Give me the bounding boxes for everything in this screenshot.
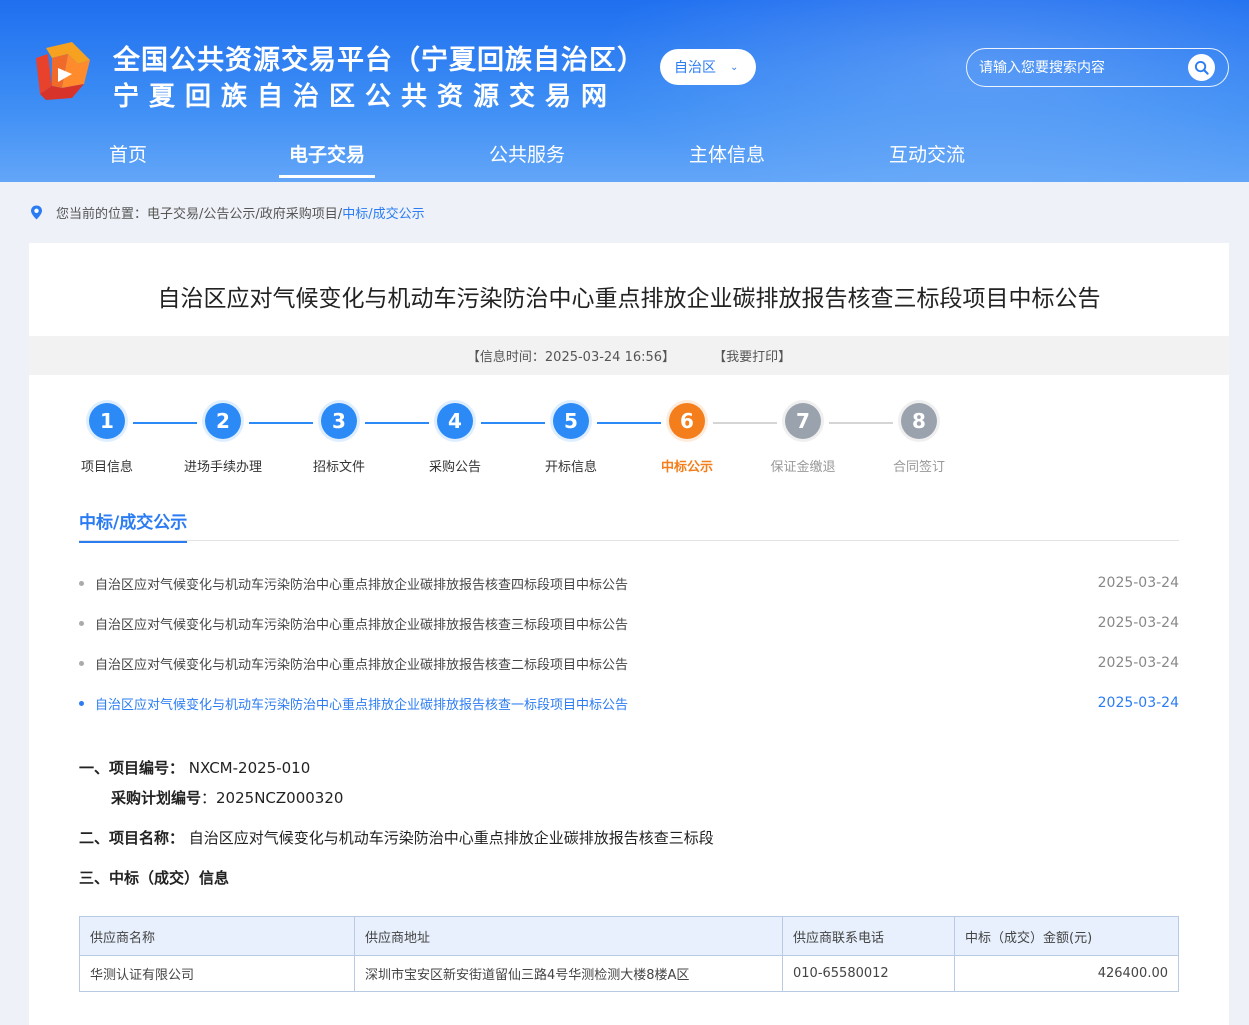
step-2-label[interactable]: 进场手续办理 — [168, 456, 278, 475]
cell-supplier-name: 华测认证有限公司 — [79, 955, 355, 992]
cell-supplier-address: 深圳市宝安区新安街道留仙三路4号华测检测大楼8楼A区 — [354, 955, 783, 992]
col-supplier-name: 供应商名称 — [79, 916, 355, 956]
section-divider — [79, 540, 1179, 541]
search-box — [966, 48, 1229, 87]
notice-date: 2025-03-24 — [1097, 615, 1179, 631]
main-nav: 首页 电子交易 公共服务 主体信息 互动交流 — [0, 130, 1249, 182]
notice-list: 自治区应对气候变化与机动车污染防治中心重点排放企业碳排放报告核查四标段项目中标公… — [79, 563, 1179, 723]
platform-title: 全国公共资源交易平台（宁夏回族自治区） — [113, 45, 645, 76]
location-pin-icon — [31, 205, 42, 220]
step-3-circle[interactable]: 3 — [321, 403, 357, 439]
step-connector — [713, 422, 777, 424]
breadcrumb-item-e-trading[interactable]: 电子交易/ — [147, 203, 203, 222]
bullet-dot — [79, 700, 84, 706]
award-info-heading: 三、中标（成交）信息 — [79, 867, 229, 888]
step-connector — [249, 422, 313, 424]
notice-title: 自治区应对气候变化与机动车污染防治中心重点排放企业碳排放报告核查三标段项目中标公… — [95, 617, 629, 633]
chevron-down-icon: ⌄ — [730, 61, 739, 73]
article-card: 自治区应对气候变化与机动车污染防治中心重点排放企业碳排放报告核查三标段项目中标公… — [29, 243, 1229, 1025]
table-header-row: 供应商名称 供应商地址 供应商联系电话 中标（成交）金额(元) — [79, 916, 1179, 956]
list-item[interactable]: 自治区应对气候变化与机动车污染防治中心重点排放企业碳排放报告核查一标段项目中标公… — [79, 683, 1179, 723]
step-5-circle[interactable]: 5 — [553, 403, 589, 439]
cell-supplier-phone: 010-65580012 — [782, 955, 955, 992]
notice-title: 自治区应对气候变化与机动车污染防治中心重点排放企业碳排放报告核查四标段项目中标公… — [95, 577, 629, 593]
step-connector — [829, 422, 893, 424]
step-8-label[interactable]: 合同签订 — [864, 456, 974, 475]
step-7-label[interactable]: 保证金缴退 — [748, 456, 858, 475]
nav-interaction[interactable]: 互动交流 — [889, 140, 965, 178]
step-7-circle[interactable]: 7 — [785, 403, 821, 439]
step-connector — [481, 422, 545, 424]
list-item[interactable]: 自治区应对气候变化与机动车污染防治中心重点排放企业碳排放报告核查二标段项目中标公… — [79, 643, 1179, 683]
step-3-label[interactable]: 招标文件 — [284, 456, 394, 475]
project-number-line: 一、项目编号： NXCM-2025-010 — [79, 757, 310, 778]
search-input[interactable] — [979, 59, 1179, 76]
tab-award-notice[interactable]: 中标/成交公示 — [79, 508, 188, 543]
breadcrumb: 您当前的位置： 电子交易/ 公告公示/ 政府采购项目/ 中标/成交公示 — [30, 203, 425, 222]
plan-number-label: 采购计划编号 — [111, 789, 202, 807]
step-4-circle[interactable]: 4 — [437, 403, 473, 439]
col-supplier-phone: 供应商联系电话 — [782, 916, 955, 956]
plan-number-line: 采购计划编号：2025NCZ000320 — [111, 787, 343, 808]
step-4-label[interactable]: 采购公告 — [400, 456, 510, 475]
bullet-dot — [79, 580, 84, 586]
notice-date: 2025-03-24 — [1097, 655, 1179, 671]
bullet-dot — [79, 660, 84, 666]
col-award-amount: 中标（成交）金额(元) — [954, 916, 1179, 956]
breadcrumb-item-notices[interactable]: 公告公示/ — [203, 203, 259, 222]
project-number-value: NXCM-2025-010 — [188, 759, 311, 777]
nav-e-trading[interactable]: 电子交易 — [278, 140, 376, 178]
bullet-dot — [79, 620, 84, 626]
region-dropdown-value: 自治区 — [674, 60, 716, 76]
step-2-circle[interactable]: 2 — [205, 403, 241, 439]
search-icon — [1194, 60, 1209, 75]
award-info-label: 三、中标（成交）信息 — [79, 869, 230, 887]
step-connector — [133, 422, 197, 424]
step-6-circle[interactable]: 6 — [669, 403, 705, 439]
award-table: 供应商名称 供应商地址 供应商联系电话 中标（成交）金额(元) 华测认证有限公司… — [79, 916, 1179, 992]
list-item[interactable]: 自治区应对气候变化与机动车污染防治中心重点排放企业碳排放报告核查三标段项目中标公… — [79, 603, 1179, 643]
plan-number-value: ：2025NCZ000320 — [201, 789, 344, 807]
info-time: 【信息时间：2025-03-24 16:56】 — [466, 350, 676, 365]
step-1-circle[interactable]: 1 — [89, 403, 125, 439]
progress-steps: 1 2 3 4 5 6 7 8 项目信息 进场手续办理 招标文件 采购公告 开标… — [29, 403, 1229, 483]
page-title: 自治区应对气候变化与机动车污染防治中心重点排放企业碳排放报告核查三标段项目中标公… — [157, 286, 1101, 312]
breadcrumb-prefix: 您当前的位置： — [56, 207, 148, 222]
step-connector — [365, 422, 429, 424]
step-8-circle[interactable]: 8 — [901, 403, 937, 439]
step-6-label[interactable]: 中标公示 — [632, 456, 742, 475]
notice-date: 2025-03-24 — [1097, 695, 1179, 711]
nav-home[interactable]: 首页 — [109, 140, 147, 178]
region-dropdown[interactable]: 自治区 ⌄ — [660, 49, 756, 85]
step-1-label[interactable]: 项目信息 — [52, 456, 162, 475]
notice-title: 自治区应对气候变化与机动车污染防治中心重点排放企业碳排放报告核查二标段项目中标公… — [95, 657, 629, 673]
project-name-line: 二、项目名称： 自治区应对气候变化与机动车污染防治中心重点排放企业碳排放报告核查… — [79, 827, 714, 848]
project-name-label: 二、项目名称： — [79, 829, 185, 847]
project-name-value: 自治区应对气候变化与机动车污染防治中心重点排放企业碳排放报告核查三标段 — [188, 829, 714, 847]
breadcrumb-current[interactable]: 中标/成交公示 — [342, 203, 424, 222]
site-subtitle: 宁夏回族自治区公共资源交易网 — [113, 82, 618, 112]
notice-title: 自治区应对气候变化与机动车污染防治中心重点排放企业碳排放报告核查一标段项目中标公… — [95, 697, 629, 713]
nav-public-service[interactable]: 公共服务 — [489, 140, 565, 178]
print-link[interactable]: 【我要打印】 — [713, 346, 791, 365]
table-row: 华测认证有限公司 深圳市宝安区新安街道留仙三路4号华测检测大楼8楼A区 010-… — [79, 955, 1179, 992]
list-item[interactable]: 自治区应对气候变化与机动车污染防治中心重点排放企业碳排放报告核查四标段项目中标公… — [79, 563, 1179, 603]
notice-date: 2025-03-24 — [1097, 575, 1179, 591]
breadcrumb-item-gov-procurement[interactable]: 政府采购项目/ — [260, 203, 342, 222]
cell-award-amount: 426400.00 — [954, 955, 1179, 992]
nav-entity-info[interactable]: 主体信息 — [689, 140, 765, 178]
info-bar: 【信息时间：2025-03-24 16:56】 【我要打印】 — [29, 336, 1229, 375]
col-supplier-address: 供应商地址 — [354, 916, 783, 956]
step-5-label[interactable]: 开标信息 — [516, 456, 626, 475]
search-button[interactable] — [1188, 54, 1215, 81]
platform-logo-icon[interactable] — [32, 38, 96, 102]
site-header: 全国公共资源交易平台（宁夏回族自治区） 宁夏回族自治区公共资源交易网 自治区 ⌄… — [0, 0, 1249, 182]
step-connector — [597, 422, 661, 424]
project-number-label: 一、项目编号： — [79, 759, 185, 777]
